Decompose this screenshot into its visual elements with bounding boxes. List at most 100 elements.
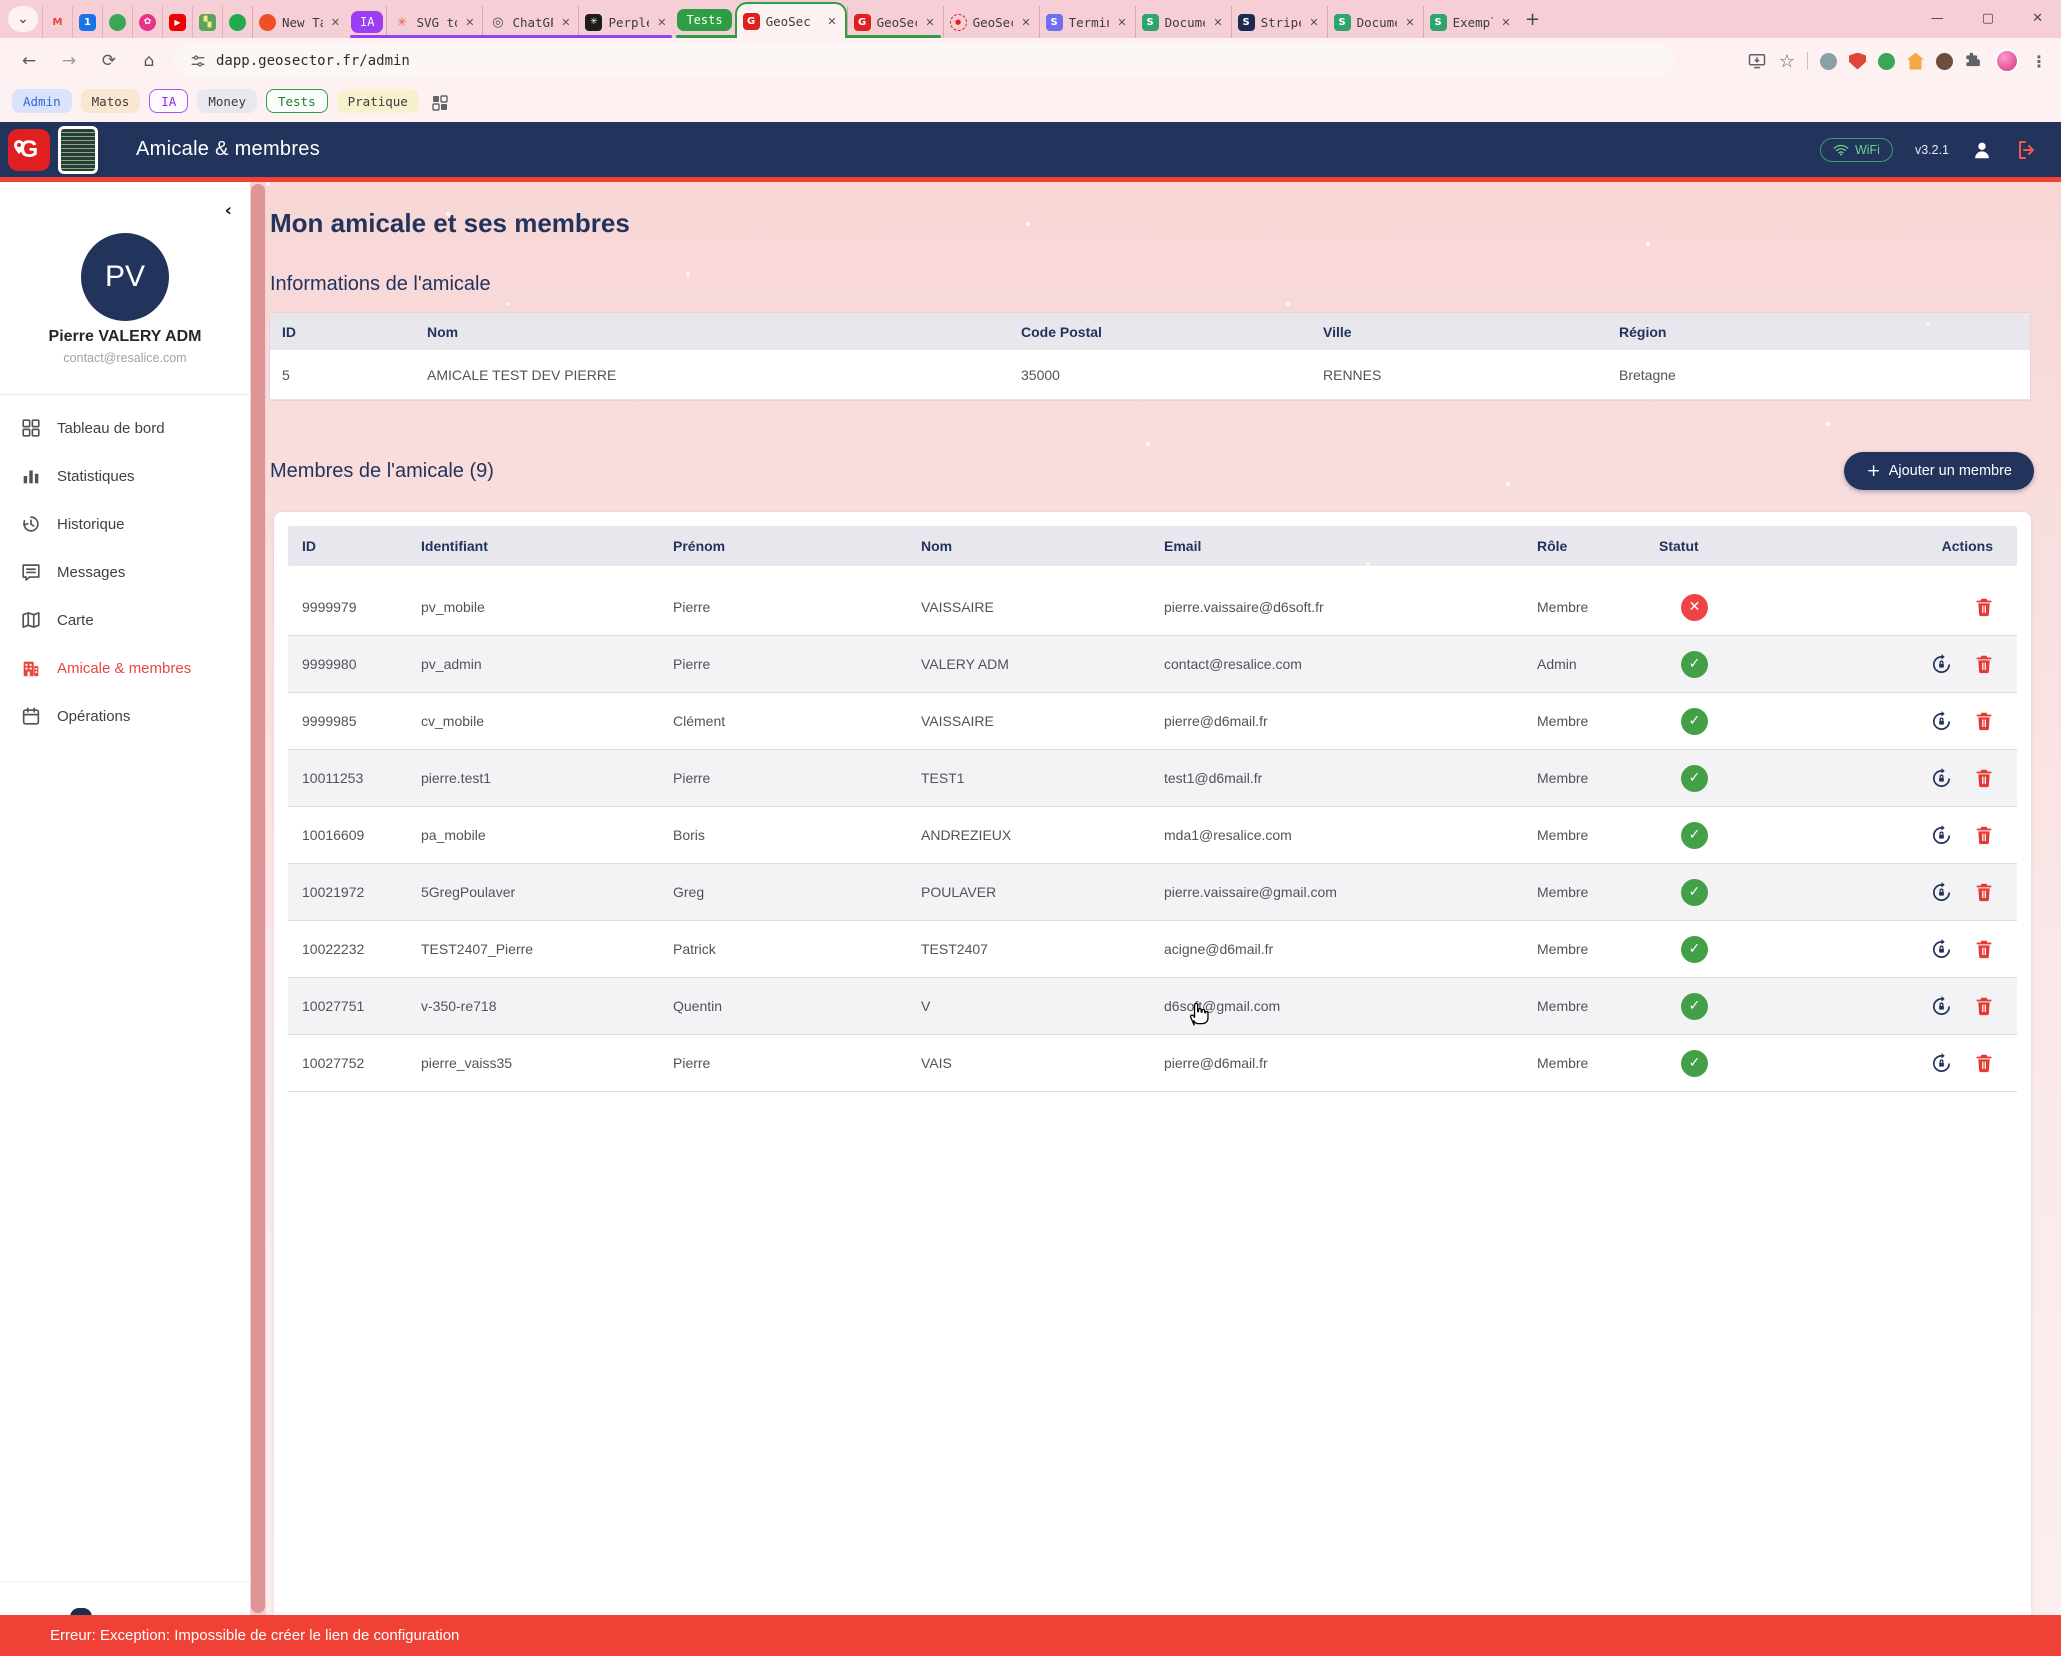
extension-icon[interactable] (1820, 53, 1837, 70)
tab-close-icon[interactable]: ✕ (825, 13, 838, 30)
tab-chatgpt[interactable]: ◎ ChatGP ✕ (482, 6, 578, 38)
tab-geosector-active[interactable]: G GeoSec ✕ (735, 2, 847, 38)
member-row[interactable]: 10027752 pierre_vaiss35 Pierre VAIS pier… (288, 1035, 2017, 1092)
extension-home-icon[interactable]: 1 (1907, 53, 1924, 70)
reset-password-button[interactable] (1930, 824, 1953, 847)
bookmark-folder-admin[interactable]: Admin (12, 89, 72, 113)
bookmark-folder-pratique[interactable]: Pratique (337, 89, 419, 113)
sidebar-item-carte[interactable]: Carte (0, 596, 250, 644)
member-row[interactable]: 10027751 v-350-re718 Quentin V d6soft@gm… (288, 978, 2017, 1035)
extension-icon[interactable] (1878, 53, 1895, 70)
reset-password-button[interactable] (1930, 710, 1953, 733)
bookmark-folder-money[interactable]: Money (197, 89, 257, 113)
reset-password-button[interactable] (1930, 995, 1953, 1018)
member-row[interactable]: 9999979 pv_mobile Pierre VAISSAIRE pierr… (288, 579, 2017, 636)
close-window-button[interactable]: ✕ (2026, 9, 2049, 28)
delete-member-button[interactable] (1973, 596, 1995, 618)
pinned-tab-pink-app[interactable]: ✿ (132, 6, 162, 38)
tab-close-icon[interactable]: ✕ (329, 14, 342, 31)
member-row[interactable]: 10011253 pierre.test1 Pierre TEST1 test1… (288, 750, 2017, 807)
tab-documentation-2[interactable]: S Docume ✕ (1327, 6, 1423, 38)
tab-close-icon[interactable]: ✕ (1115, 14, 1128, 31)
tab-search-button[interactable]: ⌄ (8, 6, 38, 32)
member-row[interactable]: 10016609 pa_mobile Boris ANDREZIEUX mda1… (288, 807, 2017, 864)
tab-close-icon[interactable]: ✕ (1403, 14, 1416, 31)
minimize-button[interactable]: — (1925, 9, 1950, 28)
document-thumbnail[interactable] (58, 126, 98, 174)
tab-close-icon[interactable]: ✕ (655, 14, 668, 31)
tab-geosector-3[interactable]: ● GeoSec ✕ (943, 6, 1039, 38)
member-row[interactable]: 9999980 pv_admin Pierre VALERY ADM conta… (288, 636, 2017, 693)
delete-member-button[interactable] (1973, 881, 1995, 903)
tab-terminal[interactable]: S Termin ✕ (1039, 6, 1135, 38)
member-row[interactable]: 10021972 5GregPoulaver Greg POULAVER pie… (288, 864, 2017, 921)
tab-close-icon[interactable]: ✕ (1499, 14, 1512, 31)
sidebar-item-operations[interactable]: Opérations (0, 692, 250, 740)
pinned-tab-youtube[interactable]: ▶ (162, 6, 192, 38)
pinned-tab-calendar[interactable]: 1 (72, 6, 102, 38)
bookmark-folder-tests[interactable]: Tests (266, 89, 328, 113)
tab-close-icon[interactable]: ✕ (1307, 14, 1320, 31)
profile-avatar[interactable] (1995, 49, 2019, 73)
tab-new-tab[interactable]: New Ta ✕ (252, 6, 348, 38)
pinned-tab-gmail[interactable]: M (42, 6, 72, 38)
sidebar-scrollbar[interactable] (250, 182, 266, 1615)
extension-icon[interactable] (1936, 53, 1953, 70)
reset-password-button[interactable] (1930, 938, 1953, 961)
delete-member-button[interactable] (1973, 767, 1995, 789)
extension-shield-icon[interactable] (1849, 53, 1866, 70)
reset-password-button[interactable] (1930, 881, 1953, 904)
tab-group-badge-tests[interactable]: Tests (677, 9, 731, 31)
home-button[interactable]: ⌂ (134, 46, 164, 76)
tab-close-icon[interactable]: ✕ (463, 14, 476, 31)
delete-member-button[interactable] (1973, 938, 1995, 960)
browser-menu-icon[interactable]: ⋮ (2031, 52, 2047, 71)
logout-icon[interactable] (2015, 138, 2039, 162)
tab-documentation-1[interactable]: S Docume ✕ (1135, 6, 1231, 38)
sidebar-item-historique[interactable]: Historique (0, 500, 250, 548)
tab-close-icon[interactable]: ✕ (1019, 14, 1032, 31)
pinned-tab-maps[interactable]: ▚ (192, 6, 222, 38)
forward-button[interactable]: → (54, 46, 84, 76)
bookmark-star-icon[interactable]: ☆ (1779, 51, 1795, 72)
reset-password-button[interactable] (1930, 767, 1953, 790)
tab-group-badge-ia[interactable]: IA (351, 11, 383, 33)
sidebar-item-tableau-de-bord[interactable]: Tableau de bord (0, 404, 250, 452)
reset-password-button[interactable] (1930, 1052, 1953, 1075)
tab-geosector-2[interactable]: G GeoSec ✕ (847, 6, 943, 38)
tab-close-icon[interactable]: ✕ (1211, 14, 1224, 31)
reset-password-button[interactable] (1930, 653, 1953, 676)
tab-close-icon[interactable]: ✕ (923, 14, 936, 31)
delete-member-button[interactable] (1973, 710, 1995, 732)
extensions-puzzle-icon[interactable] (1965, 52, 1983, 70)
site-settings-icon[interactable] (190, 53, 206, 69)
geosector-logo[interactable]: G (8, 129, 50, 171)
tab-svg-to[interactable]: ✳ SVG to ✕ (386, 6, 482, 38)
bookmark-folder-ia[interactable]: IA (149, 89, 188, 113)
tab-close-icon[interactable]: ✕ (559, 14, 572, 31)
member-row[interactable]: 10022232 TEST2407_Pierre Patrick TEST240… (288, 921, 2017, 978)
sidebar-collapse-button[interactable]: ‹ (225, 200, 232, 221)
maximize-button[interactable]: ▢ (1976, 9, 2000, 28)
reload-button[interactable]: ⟳ (94, 46, 124, 76)
delete-member-button[interactable] (1973, 824, 1995, 846)
back-button[interactable]: ← (14, 46, 44, 76)
add-member-button[interactable]: + Ajouter un membre (1844, 452, 2034, 490)
delete-member-button[interactable] (1973, 1052, 1995, 1074)
new-tab-button[interactable]: + (1519, 5, 1547, 33)
pinned-tab-messaging[interactable] (222, 6, 252, 38)
tab-exemples[interactable]: S Exempl ✕ (1423, 6, 1519, 38)
scrollbar-thumb[interactable] (251, 184, 265, 1613)
sidebar-item-messages[interactable]: Messages (0, 548, 250, 596)
apps-grid-icon[interactable] (432, 95, 448, 111)
member-row[interactable]: 9999985 cv_mobile Clément VAISSAIRE pier… (288, 693, 2017, 750)
address-bar[interactable]: dapp.geosector.fr/admin (174, 45, 1674, 77)
sidebar-item-statistiques[interactable]: Statistiques (0, 452, 250, 500)
bookmark-folder-matos[interactable]: Matos (81, 89, 141, 113)
pinned-tab-adblocker[interactable] (102, 6, 132, 38)
tab-stripe[interactable]: S Stripe ✕ (1231, 6, 1327, 38)
sidebar-item-amicale-membres[interactable]: Amicale & membres (0, 644, 250, 692)
install-app-icon[interactable] (1747, 51, 1767, 71)
user-account-icon[interactable] (1971, 139, 1993, 161)
tab-perplexity[interactable]: ✳ Perple ✕ (578, 6, 674, 38)
